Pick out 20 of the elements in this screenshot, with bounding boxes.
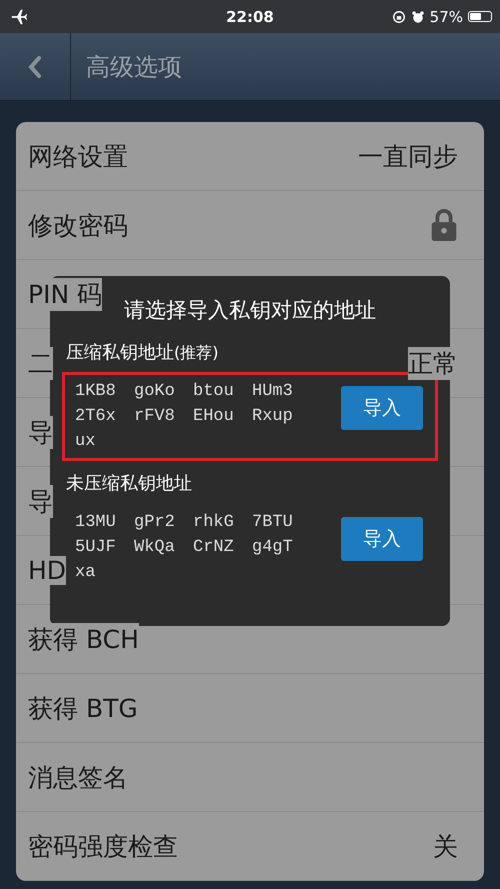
battery-icon	[468, 11, 492, 22]
import-button[interactable]: 导入	[341, 386, 423, 430]
setting-label[interactable]: 导	[28, 484, 53, 518]
option-label: 未压缩私钥地址	[66, 472, 192, 495]
back-icon[interactable]	[28, 56, 42, 78]
setting-label[interactable]: 二	[28, 346, 53, 380]
address-text: 1KB8 goKo btou HUm3 2T6x rFV8 EHou Rxup ux	[75, 381, 294, 453]
option-label: 压缩私钥地址(推荐)	[66, 341, 218, 364]
dialog-title: 请选择导入私钥对应的地址	[123, 297, 377, 324]
setting-label[interactable]: PIN 码	[28, 278, 102, 310]
rotation-lock-icon	[392, 10, 406, 24]
clock-time: 22:08	[226, 8, 274, 26]
setting-label[interactable]: HD	[28, 556, 66, 584]
battery-percent: 57%	[430, 8, 463, 26]
address-text: 13MU gPr2 rhkG 7BTU 5UJF WkQa CrNZ g4gT xa	[75, 512, 294, 584]
page-title: 高级选项	[86, 52, 182, 82]
import-button[interactable]: 导入	[341, 517, 423, 561]
setting-label[interactable]: 导	[28, 416, 53, 448]
airplane-icon	[10, 8, 28, 26]
lock-icon	[430, 208, 458, 242]
